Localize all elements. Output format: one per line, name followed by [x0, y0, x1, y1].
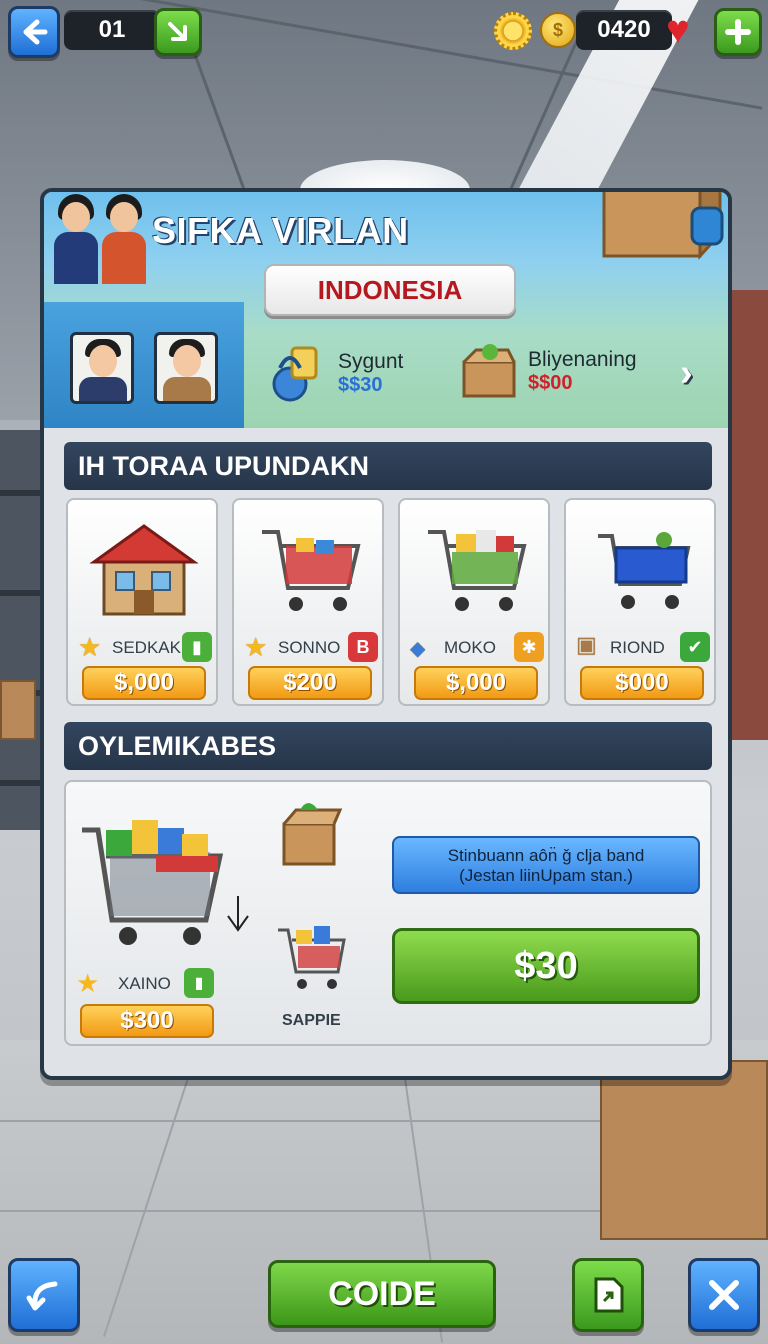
- shopping-cart-icon: [262, 530, 361, 611]
- item-price-button[interactable]: $200: [248, 666, 372, 700]
- background-box: [600, 1060, 768, 1240]
- document-button[interactable]: [572, 1258, 644, 1332]
- red-wall: [728, 290, 768, 740]
- offer-info-line1: Stinbuann aôn̈ ǧ clja band: [447, 846, 645, 865]
- manager-avatars: [50, 192, 150, 284]
- item-card-store[interactable]: ★ SEDKAK ▮ $,000: [66, 498, 218, 706]
- item-badge: ▮: [182, 632, 212, 662]
- upgrade-price: $$00: [528, 371, 573, 394]
- upgrade-price: $$30: [338, 373, 383, 396]
- document-icon: [594, 1277, 624, 1313]
- item-name: SONNO: [278, 638, 341, 657]
- coin-icon: $: [540, 12, 576, 48]
- offer-info-line2: (Jestan liinUpam stan.): [459, 866, 633, 885]
- basket-cart-icon: [598, 532, 691, 609]
- level-counter: 01: [64, 10, 160, 50]
- item-badge: ✱: [514, 632, 544, 662]
- arrow-down-right-icon: [168, 22, 187, 41]
- back-button[interactable]: [8, 6, 60, 58]
- store-building-icon: [89, 524, 199, 616]
- item-price-button[interactable]: $,000: [414, 666, 538, 700]
- item-name: MOKO: [444, 638, 496, 657]
- offer-area: ★ XAINO ▮ $300 SAPPIE Stinbuann aôn̈ ǧ c…: [64, 780, 712, 1046]
- center-action-button[interactable]: COIDE: [268, 1260, 496, 1328]
- offer-info-button[interactable]: Stinbuann aôn̈ ǧ clja band (Jestan liinU…: [392, 836, 700, 894]
- item-price-button[interactable]: $,000: [82, 666, 206, 700]
- country-badge[interactable]: INDONESIA: [264, 264, 516, 316]
- back-arrow-icon: [23, 19, 48, 45]
- offer-item-price-button[interactable]: $300: [80, 1004, 214, 1038]
- item-badge: ✔: [680, 632, 710, 662]
- item-price-button[interactable]: $000: [580, 666, 704, 700]
- store-shelf: [0, 430, 40, 830]
- cube-icon: ◆: [410, 638, 426, 660]
- curved-arrow-icon: [26, 1281, 58, 1311]
- tools-button[interactable]: [688, 1258, 760, 1332]
- background-box: [0, 680, 36, 740]
- upgrade-name: Sygunt: [338, 349, 404, 373]
- heart-icon: ♥: [666, 8, 690, 52]
- star-icon: ★: [78, 632, 102, 662]
- upgrade-item-2[interactable]: Bliyenaning $$00: [458, 340, 637, 402]
- offer-badge-icon: ▮: [184, 968, 214, 998]
- undo-button[interactable]: [8, 1258, 80, 1332]
- sample-label: SAPPIE: [282, 1012, 341, 1029]
- box-small-icon: ▣: [576, 632, 597, 657]
- plus-icon: [725, 19, 751, 45]
- section-header-upgrades: IH TORAA UPUNDAKN: [64, 442, 712, 490]
- star-icon: ★: [244, 632, 268, 662]
- gift-box-icon: [282, 803, 343, 866]
- scale-icon: [272, 346, 318, 402]
- item-card-full-cart[interactable]: ◆ MOKO ✱ $,000: [398, 498, 550, 706]
- section-title: OYLEMIKABES: [78, 730, 277, 761]
- item-name: RIOND: [610, 638, 665, 657]
- item-name: SEDKAK: [112, 638, 181, 657]
- staff-portrait-1[interactable]: [70, 332, 134, 404]
- section-header-offers: OYLEMIKABES: [64, 722, 712, 770]
- coin-counter: 0420: [576, 10, 672, 50]
- upgrade-item-1[interactable]: Sygunt $$30: [270, 340, 403, 406]
- item-card-basket[interactable]: ▣ RIOND ✔ $000: [564, 498, 716, 706]
- panel-title: SIFKA VIRLAN: [152, 210, 409, 251]
- level-next-button[interactable]: [154, 8, 202, 56]
- staff-portrait-2[interactable]: [154, 332, 218, 404]
- coin-value: 0420: [597, 16, 651, 43]
- level-value: 01: [98, 16, 126, 43]
- crate-icon: [602, 192, 724, 260]
- offer-item-name: XAINO: [118, 974, 171, 993]
- section-title: IH TORAA UPUNDAKN: [78, 450, 370, 481]
- box-icon: [462, 344, 516, 398]
- large-cart-icon: [82, 820, 224, 945]
- buy-button[interactable]: $30: [392, 928, 700, 1004]
- tools-icon: [709, 1280, 739, 1310]
- item-card-cart[interactable]: ★ SONNO B $200: [232, 498, 384, 706]
- full-cart-icon: [428, 530, 527, 611]
- star-icon: ★: [76, 968, 100, 998]
- upgrade-name: Bliyenaning: [528, 347, 637, 371]
- chevron-right-icon[interactable]: ›: [680, 352, 693, 395]
- gear-icon[interactable]: [494, 12, 532, 50]
- item-badge: B: [348, 632, 378, 662]
- small-cart-icon: [278, 926, 346, 989]
- add-coins-button[interactable]: [714, 8, 762, 56]
- store-panel: SIFKA VIRLAN INDONESIA Sygunt $$30 Bliye…: [40, 188, 732, 1080]
- arrow-down-icon: [227, 896, 249, 932]
